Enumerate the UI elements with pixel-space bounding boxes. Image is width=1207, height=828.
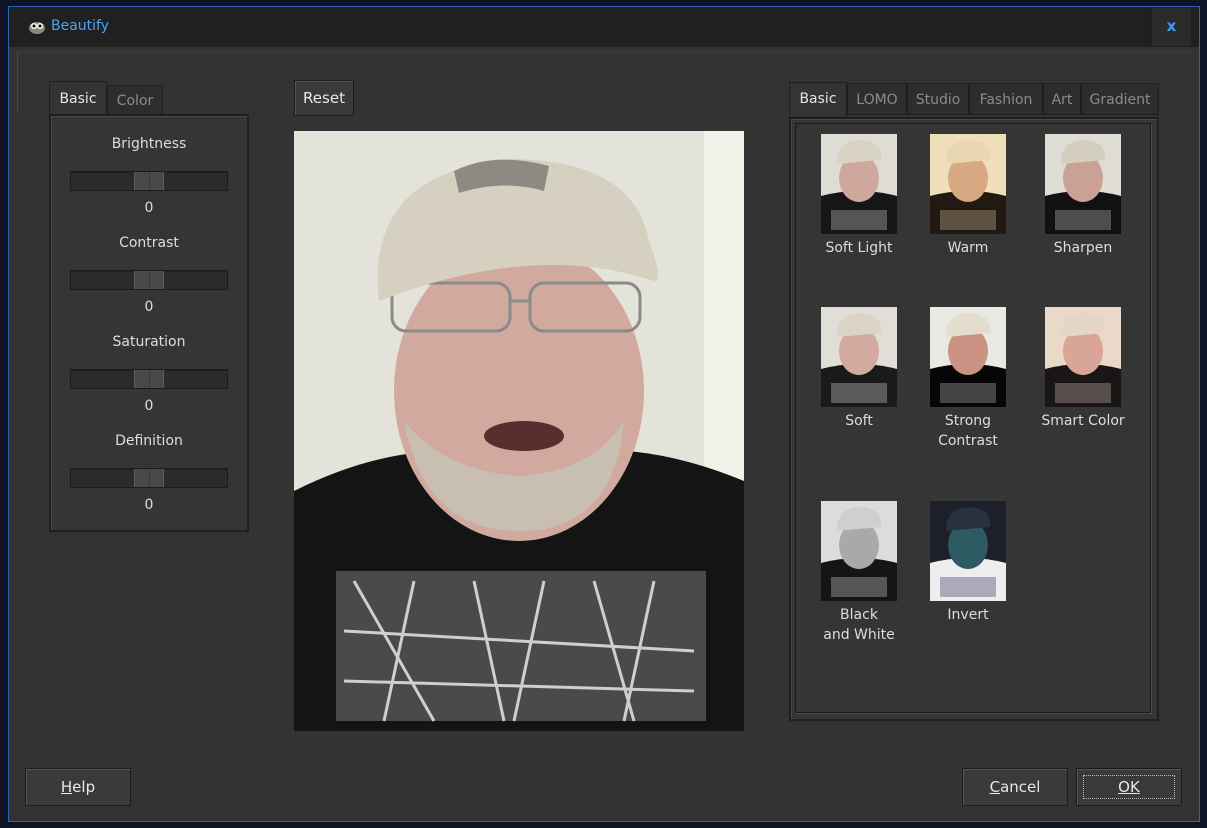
tab-label: LOMO xyxy=(856,92,898,108)
contrast-label: Contrast xyxy=(119,235,179,251)
preset-label: Soft Light xyxy=(825,240,893,256)
preset-label: Smart Color xyxy=(1041,413,1125,429)
cancel-label: ancel xyxy=(1000,778,1041,796)
preset-label: Black and White xyxy=(823,607,895,643)
strong-contrast-thumbnail xyxy=(930,307,1006,407)
tab-studio[interactable]: Studio xyxy=(907,83,969,115)
divider xyxy=(17,51,18,111)
tab-label: Fashion xyxy=(979,92,1033,108)
tab-label: Basic xyxy=(799,91,837,107)
soft-light-thumbnail xyxy=(821,134,897,234)
tab-fashion[interactable]: Fashion xyxy=(969,83,1043,115)
tab-basic-adjust[interactable]: Basic xyxy=(49,81,107,116)
tab-label: Studio xyxy=(915,92,961,108)
preset-strong-contrast[interactable]: Strong Contrast xyxy=(908,307,1028,451)
help-mnemonic: H xyxy=(60,778,73,796)
preview-photo xyxy=(294,131,744,731)
reset-label: Reset xyxy=(303,89,345,107)
brightness-slider-handle[interactable] xyxy=(134,172,164,190)
soft-thumbnail xyxy=(821,307,897,407)
preset-invert[interactable]: Invert xyxy=(908,501,1028,625)
tab-lomo[interactable]: LOMO xyxy=(847,83,907,115)
saturation-slider-handle[interactable] xyxy=(134,370,164,388)
sharpen-thumbnail xyxy=(1045,134,1121,234)
close-icon: x xyxy=(1166,17,1177,35)
tab-gradient[interactable]: Gradient xyxy=(1081,83,1159,115)
beautify-dialog: Beautify x Basic Color Brightness 0 Cont… xyxy=(8,6,1200,822)
preset-smart-color[interactable]: Smart Color xyxy=(1023,307,1143,431)
contrast-slider[interactable] xyxy=(70,270,228,290)
preset-label: Warm xyxy=(947,240,989,256)
tab-label: Gradient xyxy=(1089,92,1151,108)
help-label: elp xyxy=(72,778,96,796)
brightness-label: Brightness xyxy=(111,136,187,152)
preset-label: Soft xyxy=(845,413,873,429)
tab-label: Color xyxy=(116,93,154,109)
reset-button[interactable]: Reset xyxy=(294,80,354,116)
preset-label: Sharpen xyxy=(1053,240,1113,256)
cancel-mnemonic: C xyxy=(989,778,1001,796)
definition-slider-handle[interactable] xyxy=(134,469,164,487)
help-button[interactable]: Help xyxy=(25,768,131,806)
tab-basic-presets[interactable]: Basic xyxy=(789,82,847,118)
saturation-label: Saturation xyxy=(112,334,186,350)
brightness-value: 0 xyxy=(144,200,154,216)
saturation-slider[interactable] xyxy=(70,369,228,389)
close-button[interactable]: x xyxy=(1151,8,1191,46)
saturation-value: 0 xyxy=(144,398,154,414)
warm-thumbnail xyxy=(930,134,1006,234)
contrast-value: 0 xyxy=(144,299,154,315)
definition-value: 0 xyxy=(144,497,154,513)
contrast-slider-handle[interactable] xyxy=(134,271,164,289)
tab-art[interactable]: Art xyxy=(1043,83,1081,115)
brightness-slider[interactable] xyxy=(70,171,228,191)
preset-black-and-white[interactable]: Black and White xyxy=(799,501,919,645)
preset-label: Strong Contrast xyxy=(938,413,998,449)
definition-slider[interactable] xyxy=(70,468,228,488)
image-preview[interactable] xyxy=(294,131,744,731)
divider xyxy=(17,51,1193,52)
cancel-button[interactable]: Cancel xyxy=(962,768,1068,806)
preset-warm[interactable]: Warm xyxy=(908,134,1028,258)
basic-adjustments-panel: Brightness 0 Contrast 0 Saturation 0 Def… xyxy=(49,114,249,532)
tab-color[interactable]: Color xyxy=(107,85,163,115)
focus-ring xyxy=(1083,775,1175,799)
black-and-white-thumbnail xyxy=(821,501,897,601)
ok-button[interactable]: OK xyxy=(1076,768,1182,806)
gimp-app-icon xyxy=(29,22,45,34)
preset-soft-light[interactable]: Soft Light xyxy=(799,134,919,258)
smart-color-thumbnail xyxy=(1045,307,1121,407)
preset-sharpen[interactable]: Sharpen xyxy=(1023,134,1143,258)
definition-label: Definition xyxy=(115,433,183,449)
preset-label: Invert xyxy=(947,607,989,623)
invert-thumbnail xyxy=(930,501,1006,601)
tab-label: Basic xyxy=(59,91,97,107)
window-title: Beautify xyxy=(51,18,110,34)
preset-soft[interactable]: Soft xyxy=(799,307,919,431)
title-bar[interactable]: Beautify x xyxy=(9,7,1199,47)
tab-label: Art xyxy=(1051,92,1073,108)
